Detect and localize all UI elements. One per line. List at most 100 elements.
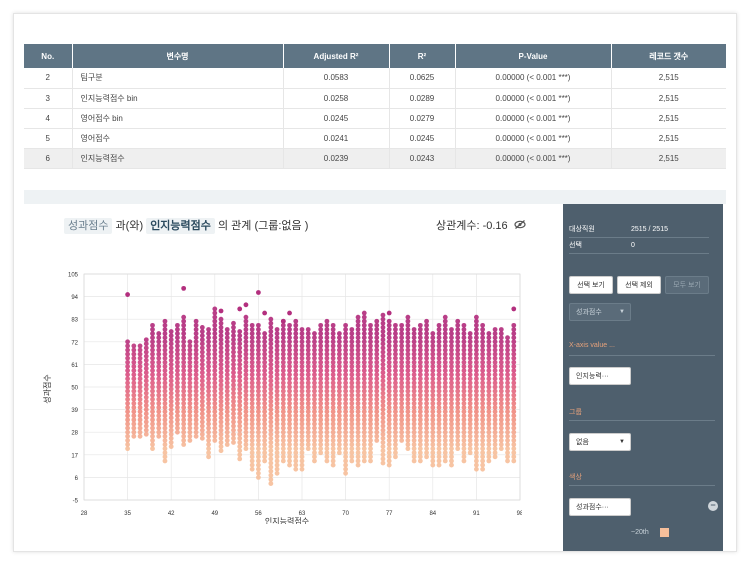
data-point — [343, 425, 348, 431]
data-point — [218, 411, 224, 417]
scatter-plot[interactable]: -56172839506172839410528 35 42 49 56 63 70 77 84… — [42, 254, 522, 525]
data-point — [231, 390, 236, 396]
data-point — [299, 372, 305, 378]
column-header-adj-r2[interactable]: Adjusted R² — [283, 44, 390, 68]
data-point — [442, 359, 448, 365]
data-point — [386, 450, 392, 456]
data-point — [436, 372, 442, 378]
data-point — [361, 458, 367, 464]
data-point — [162, 401, 168, 406]
data-point — [150, 438, 155, 443]
data-point — [343, 392, 348, 398]
table-row[interactable]: 4 영어점수 bin 0.0245 0.0279 0.00000 (< 0.00… — [24, 108, 726, 129]
x-variable-select[interactable]: 인지능력··· — [569, 367, 631, 385]
data-point — [262, 339, 268, 345]
data-point — [417, 388, 423, 394]
color-select[interactable]: 성과점수··· — [569, 498, 631, 516]
data-point — [249, 409, 255, 415]
data-point — [274, 417, 280, 423]
data-point — [411, 392, 417, 398]
data-point — [424, 450, 429, 456]
data-point — [280, 417, 286, 423]
data-point — [287, 339, 292, 345]
data-point — [287, 454, 292, 460]
data-point — [193, 396, 199, 402]
data-point — [405, 388, 411, 394]
data-point — [305, 380, 311, 386]
column-header-p-value[interactable]: P-Value — [455, 44, 612, 68]
y-axis-label: 성과점수 — [42, 374, 52, 403]
data-point — [467, 425, 473, 431]
data-point — [461, 413, 467, 419]
table-row-selected[interactable]: 6 인지능력점수 0.0239 0.0243 0.00000 (< 0.001 … — [24, 148, 726, 169]
data-point — [486, 388, 492, 394]
y-variable-select[interactable]: 성과점수 ▼ — [569, 303, 631, 321]
data-point — [293, 343, 299, 349]
data-point — [193, 335, 199, 341]
column-header-no[interactable]: No. — [24, 44, 73, 68]
x-tick-label: 70 — [342, 511, 349, 517]
data-point — [280, 413, 286, 419]
data-point — [343, 454, 348, 460]
data-point — [436, 401, 442, 406]
data-point — [193, 327, 199, 332]
data-point — [461, 368, 467, 373]
data-point — [131, 355, 137, 361]
exclude-selected-button[interactable]: 선택 제외 — [617, 276, 661, 294]
column-header-record-count[interactable]: 레코드 갯수 — [611, 44, 726, 68]
data-point — [268, 337, 274, 343]
data-point — [505, 421, 510, 427]
data-point — [168, 386, 174, 392]
data-point — [330, 376, 336, 382]
data-point — [399, 380, 405, 386]
data-point — [455, 396, 461, 402]
data-point — [175, 376, 180, 382]
data-point — [349, 454, 355, 460]
data-point — [249, 417, 255, 423]
data-point — [237, 333, 243, 339]
data-point — [318, 450, 324, 456]
data-point — [461, 438, 467, 443]
data-point — [293, 388, 299, 394]
data-point — [330, 413, 336, 419]
data-point — [430, 446, 436, 452]
data-point — [480, 466, 486, 472]
table-header-row: No. 변수명 Adjusted R² R² P-Value 레코드 갯수 — [24, 44, 726, 68]
data-point — [150, 355, 155, 361]
data-point — [218, 325, 224, 330]
data-point — [492, 384, 498, 390]
column-header-r2[interactable]: R² — [389, 44, 456, 68]
data-point — [380, 316, 386, 322]
remove-color-icon[interactable]: − — [708, 501, 718, 511]
data-point — [486, 421, 492, 427]
data-point — [336, 433, 342, 439]
group-select[interactable]: 없음 ▼ — [569, 433, 631, 451]
data-point — [361, 314, 367, 320]
data-point — [224, 396, 230, 402]
data-point — [336, 450, 342, 456]
table-row[interactable]: 2 팀구분 0.0583 0.0625 0.00000 (< 0.001 ***… — [24, 68, 726, 89]
show-selected-button[interactable]: 선택 보기 — [569, 276, 613, 294]
data-point — [417, 384, 423, 390]
eye-off-icon[interactable] — [514, 220, 526, 232]
data-point — [449, 438, 454, 443]
data-point — [212, 318, 218, 324]
data-point — [175, 372, 180, 378]
data-point — [187, 421, 193, 427]
data-point — [386, 368, 392, 373]
data-point — [461, 446, 467, 452]
show-all-button[interactable]: 모두 보기 — [665, 276, 709, 294]
data-point — [349, 388, 355, 394]
data-point — [143, 427, 149, 433]
data-point — [411, 409, 417, 415]
column-header-variable[interactable]: 변수명 — [72, 44, 284, 68]
data-point — [218, 337, 224, 343]
data-point — [268, 349, 274, 355]
data-point — [280, 368, 286, 373]
data-point — [218, 362, 224, 367]
data-point — [349, 442, 355, 447]
data-point — [505, 347, 510, 353]
table-row[interactable]: 3 인지능력점수 bin 0.0258 0.0289 0.00000 (< 0.… — [24, 88, 726, 109]
table-row[interactable]: 5 영어점수 0.0241 0.0245 0.00000 (< 0.001 **… — [24, 128, 726, 149]
data-point — [137, 425, 143, 431]
